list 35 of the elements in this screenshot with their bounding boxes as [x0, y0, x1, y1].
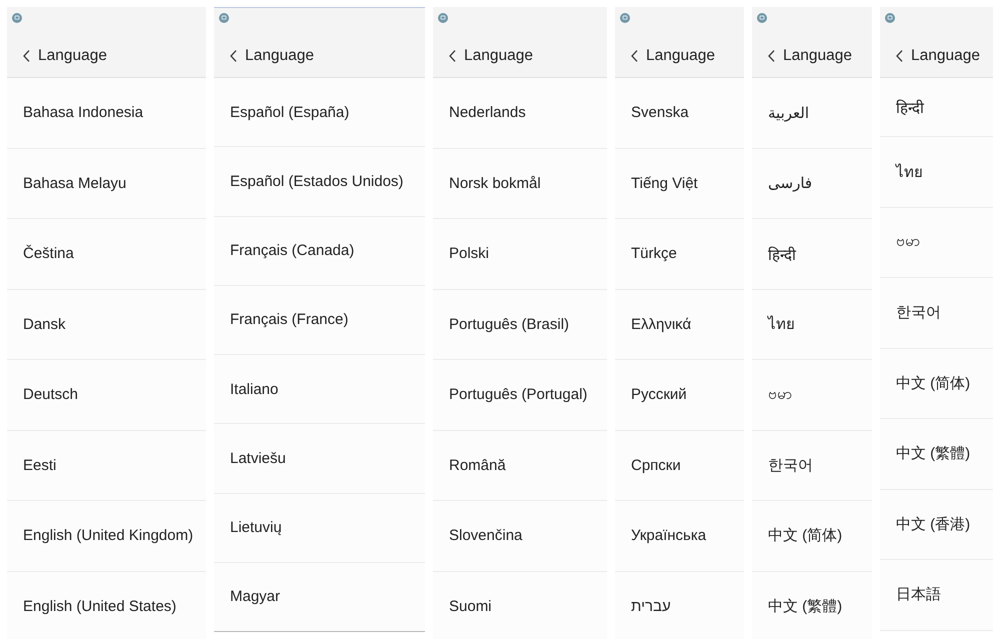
language-item[interactable]: Português (Brasil)	[433, 290, 607, 360]
language-item[interactable]: Norsk bokmål	[433, 148, 607, 219]
status-bar-icon	[438, 13, 448, 23]
screen-title: Language	[245, 47, 314, 65]
language-item[interactable]: Српски	[615, 430, 744, 501]
language-item[interactable]: فارسی	[752, 148, 872, 219]
language-item[interactable]: Français (Canada)	[214, 216, 425, 286]
screen-title: Language	[783, 47, 852, 65]
language-item[interactable]: Tiếng Việt	[615, 148, 744, 219]
language-item[interactable]: Ελληνικά	[615, 290, 744, 360]
status-bar-icon	[757, 13, 767, 23]
language-item[interactable]: ไทย	[752, 290, 872, 360]
back-icon[interactable]	[23, 50, 30, 62]
language-item[interactable]: ဗမာ	[880, 208, 993, 278]
status-bar-icon	[219, 13, 229, 23]
back-icon[interactable]	[768, 50, 775, 62]
language-item[interactable]: 中文 (香港)	[880, 490, 993, 560]
language-item[interactable]: Dansk	[7, 290, 206, 360]
language-item[interactable]: Eesti	[7, 430, 206, 501]
language-item[interactable]: Română	[433, 430, 607, 501]
language-item[interactable]: Bahasa Melayu	[7, 148, 206, 219]
screen-title: Language	[646, 47, 715, 65]
language-item[interactable]: 中文 (简体)	[880, 348, 993, 419]
back-icon[interactable]	[230, 50, 237, 62]
language-item[interactable]: 한국어	[752, 430, 872, 501]
back-icon[interactable]	[449, 50, 456, 62]
screen-title: Language	[464, 47, 533, 65]
language-item[interactable]: Lietuvių	[214, 494, 425, 563]
back-icon[interactable]	[631, 50, 638, 62]
screen-title: Language	[38, 47, 107, 65]
screen-title: Language	[911, 47, 980, 65]
back-icon[interactable]	[896, 50, 903, 62]
status-bar-icon	[12, 13, 22, 23]
status-bar-icon	[620, 13, 630, 23]
status-bar-icon	[885, 13, 895, 23]
